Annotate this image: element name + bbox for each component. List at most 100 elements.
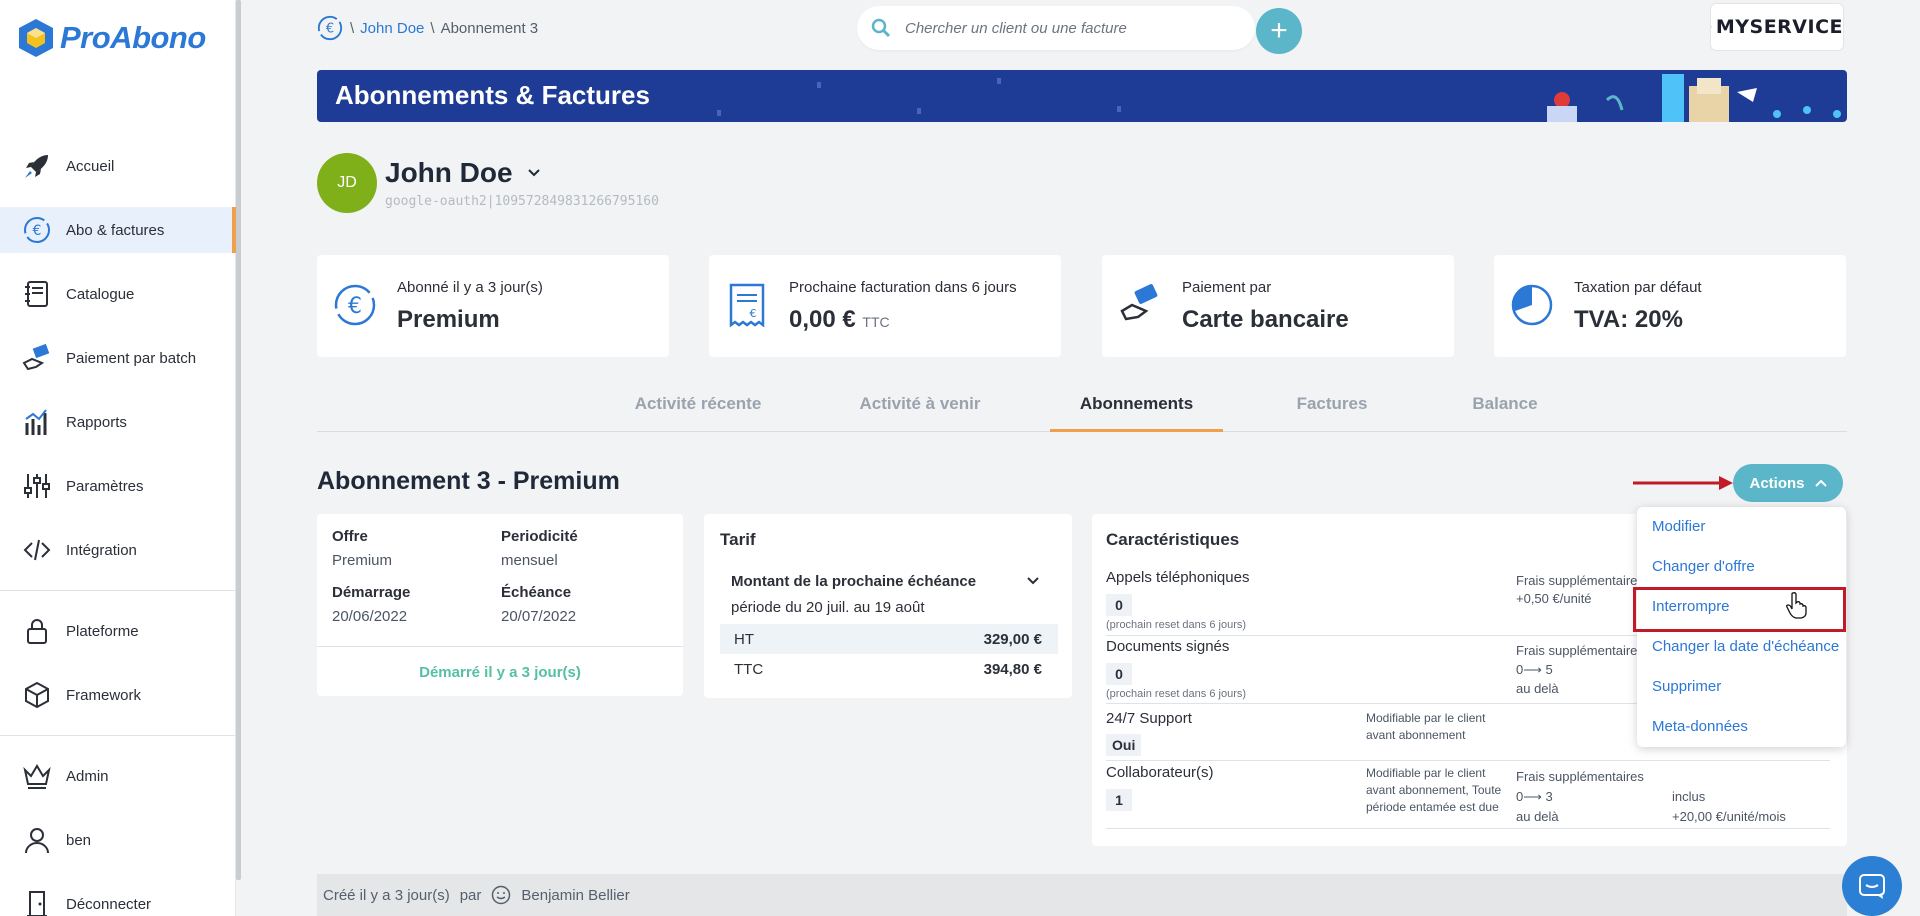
created-by: par — [459, 886, 482, 904]
start-label: Démarrage — [332, 584, 411, 601]
sidebar-item-framework[interactable]: Framework — [0, 672, 236, 718]
hand-cursor-icon — [1786, 592, 1807, 619]
sidebar-item-ben[interactable]: ben — [0, 817, 236, 863]
sidebar-item-paiement-batch[interactable]: Paiement par batch — [0, 335, 236, 381]
chart-icon — [25, 409, 47, 435]
avatar: JD — [317, 153, 377, 213]
tarif-title: Tarif — [720, 530, 756, 549]
menu-item-supprimer[interactable]: Supprimer — [1652, 678, 1721, 695]
hand-card-icon — [1120, 284, 1158, 321]
search-input[interactable] — [905, 19, 1225, 37]
end-label: Échéance — [501, 584, 572, 601]
sidebar-item-label: Paramètres — [66, 477, 144, 495]
sidebar-item-label: Plateforme — [66, 622, 139, 640]
menu-item-modifier[interactable]: Modifier — [1652, 518, 1705, 535]
actions-button[interactable]: Actions — [1733, 464, 1843, 502]
sidebar-item-parametres[interactable]: Paramètres — [0, 463, 236, 509]
sidebar-item-label: Rapports — [66, 413, 127, 431]
started-status: Démarré il y a 3 jour(s) — [419, 664, 581, 681]
feature-name: Appels téléphoniques — [1106, 569, 1250, 586]
chevron-down-icon[interactable] — [527, 168, 541, 178]
customer-name-text: John Doe — [385, 157, 513, 188]
brand-logo[interactable]: MYSERVICE — [1710, 3, 1844, 51]
feature-extra2: au delà — [1516, 681, 1559, 696]
tarif-ttc-label: TTC — [734, 660, 764, 678]
rocket-icon — [25, 155, 48, 178]
sidebar-item-plateforme[interactable]: Plateforme — [0, 608, 236, 654]
tabs: Activité récente Activité à venir Abonne… — [317, 394, 1847, 432]
chevron-down-icon[interactable] — [1026, 576, 1040, 586]
notebook-icon — [25, 281, 48, 307]
sidebar-item-abo-factures[interactable]: € Abo & factures — [0, 207, 236, 253]
feature-name: 24/7 Support — [1106, 710, 1192, 727]
tab-activite-recente[interactable]: Activité récente — [618, 394, 778, 432]
svg-text:€: € — [326, 22, 334, 37]
svg-text:€: € — [348, 294, 362, 319]
chat-button[interactable] — [1842, 856, 1902, 916]
tarif-next-label[interactable]: Montant de la prochaine échéance — [731, 573, 976, 590]
feature-extra2: au delà — [1516, 809, 1559, 824]
euro-cycle-icon: € — [24, 217, 50, 243]
sidebar-scrollbar[interactable] — [236, 0, 241, 880]
sidebar-item-label: Admin — [66, 767, 109, 785]
sidebar-item-accueil[interactable]: Accueil — [0, 143, 236, 189]
euro-cycle-icon[interactable]: € — [316, 14, 344, 42]
sidebar-item-deconnecter[interactable]: Déconnecter — [0, 881, 236, 916]
menu-item-changer-date[interactable]: Changer la date d'échéance — [1652, 638, 1839, 655]
menu-item-changer-offre[interactable]: Changer d'offre — [1652, 558, 1755, 575]
customer-name[interactable]: John Doe — [385, 157, 541, 189]
breadcrumb-separator: \ — [430, 19, 435, 37]
card-value: Carte bancaire — [1182, 306, 1349, 333]
customer-id: google-oauth2|109572849831266795160 — [385, 194, 659, 209]
author-name[interactable]: Benjamin Bellier — [521, 887, 629, 904]
user-face-icon — [492, 885, 511, 905]
actions-button-label: Actions — [1749, 474, 1805, 492]
sidebar-item-integration[interactable]: Intégration — [0, 527, 236, 573]
sidebar-item-admin[interactable]: Admin — [0, 753, 236, 799]
logo[interactable]: ProAbono — [18, 18, 206, 58]
add-button[interactable]: + — [1256, 8, 1302, 54]
tab-factures[interactable]: Factures — [1267, 394, 1397, 432]
pie-icon — [1511, 284, 1553, 326]
features-title: Caractéristiques — [1106, 530, 1240, 549]
feature-value: 0 — [1106, 594, 1132, 616]
sidebar-item-label: Déconnecter — [66, 895, 152, 913]
lock-icon — [27, 619, 47, 644]
menu-item-meta-donnees[interactable]: Meta-données — [1652, 718, 1748, 735]
card-taxation: Taxation par défaut TVA: 20% — [1494, 255, 1846, 357]
tab-balance[interactable]: Balance — [1440, 394, 1570, 432]
proabono-logo-icon — [19, 19, 53, 57]
sidebar-item-catalogue[interactable]: Catalogue — [0, 271, 236, 317]
subscription-title: Abonnement 3 - Premium — [317, 467, 620, 495]
crown-icon — [23, 764, 51, 789]
user-icon — [25, 828, 49, 854]
end-value: 20/07/2022 — [501, 608, 577, 625]
actions-dropdown: Modifier Changer d'offre Interrompre Cha… — [1633, 507, 1846, 747]
card-value: Premium — [397, 306, 500, 333]
tarif-panel: Tarif Montant de la prochaine échéance p… — [704, 514, 1072, 698]
breadcrumb-current: Abonnement 3 — [440, 19, 539, 37]
feature-note: (prochain reset dans 6 jours) — [1106, 688, 1247, 700]
feature-mod-note: Modifiable par le client avant abonnemen… — [1366, 766, 1502, 814]
card-amount-suffix: TTC — [862, 314, 890, 330]
breadcrumb-customer-link[interactable]: John Doe — [360, 20, 424, 37]
sidebar-item-label: Paiement par batch — [66, 349, 197, 367]
period-label: Periodicité — [501, 528, 578, 545]
sidebar-item-label: Intégration — [66, 541, 137, 559]
tab-activite-a-venir[interactable]: Activité à venir — [840, 394, 1000, 432]
receipt-icon: € — [729, 283, 765, 328]
sidebar-item-rapports[interactable]: Rapports — [0, 399, 236, 445]
cube-icon — [25, 681, 49, 709]
euro-cycle-icon: € — [334, 284, 376, 326]
tab-abonnements[interactable]: Abonnements — [1050, 394, 1223, 432]
card-value: TVA: 20% — [1574, 306, 1683, 333]
menu-item-interrompre[interactable]: Interrompre — [1652, 598, 1730, 615]
search-icon — [871, 18, 891, 38]
feature-extra: 0⟶ 5 — [1516, 662, 1553, 677]
banner-decor — [717, 78, 1121, 116]
search-bar — [857, 6, 1255, 50]
card-amount: 0,00 € — [789, 306, 856, 333]
card-label: Paiement par — [1182, 279, 1272, 296]
sidebar-divider — [0, 735, 236, 736]
feature-note: (prochain reset dans 6 jours) — [1106, 619, 1247, 631]
